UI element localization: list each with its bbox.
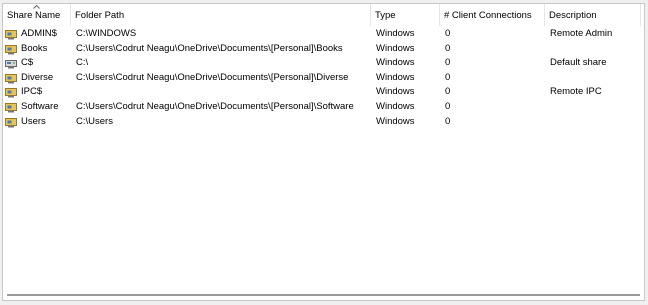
- share-row[interactable]: Software C:\Users\Codrut Neagu\OneDrive\…: [3, 100, 644, 115]
- share-description: Remote IPC: [550, 86, 602, 98]
- share-type: Windows: [376, 86, 415, 98]
- share-name: Diverse: [21, 71, 54, 83]
- column-header-folder-path[interactable]: Folder Path: [71, 4, 371, 26]
- share-name: IPC$: [21, 86, 43, 98]
- admin-share-icon: [5, 30, 17, 40]
- share-row[interactable]: C$ C:\ Windows 0 Default share: [3, 56, 644, 71]
- share-row[interactable]: ADMIN$ C:\WINDOWS Windows 0 Remote Admin: [3, 27, 644, 42]
- share-name: Users: [21, 115, 46, 127]
- share-type: Windows: [376, 71, 415, 83]
- share-client-connections: 0: [445, 42, 451, 54]
- share-row[interactable]: Users C:\Users Windows 0: [3, 115, 644, 130]
- share-client-connections: 0: [445, 57, 451, 69]
- share-type: Windows: [376, 28, 415, 39]
- share-description: Remote Admin: [550, 28, 613, 39]
- drive-share-icon: [5, 60, 17, 69]
- folder-share-icon: [5, 73, 17, 84]
- column-header-folder-path-label: Folder Path: [75, 10, 125, 21]
- horizontal-scrollbar[interactable]: [3, 290, 644, 300]
- folder-share-icon: [5, 117, 17, 128]
- share-name: C$: [21, 57, 34, 69]
- column-header-share-name[interactable]: Share Name: [3, 4, 71, 26]
- share-name: Books: [21, 42, 48, 54]
- share-type: Windows: [376, 100, 415, 112]
- share-client-connections: 0: [445, 86, 451, 98]
- share-type: Windows: [376, 57, 415, 69]
- share-type: Windows: [376, 115, 415, 127]
- share-row[interactable]: Books C:\Users\Codrut Neagu\OneDrive\Doc…: [3, 42, 644, 57]
- share-folder-path: C:\Users\Codrut Neagu\OneDrive\Documents…: [76, 100, 354, 112]
- folder-share-icon: [5, 44, 17, 55]
- ipc-share-icon: [5, 88, 17, 98]
- column-header-bar: Share Name Folder Path Type # Client Con…: [3, 4, 644, 26]
- share-folder-path: C:\Users\Codrut Neagu\OneDrive\Documents…: [76, 42, 343, 54]
- scrollbar-thumb[interactable]: [7, 294, 640, 296]
- shares-rows: ADMIN$ C:\WINDOWS Windows 0 Remote Admin…: [3, 27, 644, 129]
- share-name: ADMIN$: [21, 28, 57, 39]
- share-client-connections: 0: [445, 100, 451, 112]
- share-folder-path: C:\WINDOWS: [76, 28, 137, 39]
- share-folder-path: C:\Users\Codrut Neagu\OneDrive\Documents…: [76, 71, 349, 83]
- column-header-description-label: Description: [549, 10, 597, 21]
- share-description: Default share: [550, 57, 607, 69]
- column-header-type-label: Type: [375, 10, 396, 21]
- share-folder-path: C:\: [76, 57, 89, 69]
- column-header-description[interactable]: Description: [545, 4, 641, 26]
- share-type: Windows: [376, 42, 415, 54]
- share-client-connections: 0: [445, 28, 451, 39]
- share-row[interactable]: IPC$ Windows 0 Remote IPC: [3, 85, 644, 100]
- column-header-client-connections[interactable]: # Client Connections: [440, 4, 545, 26]
- column-header-type[interactable]: Type: [371, 4, 440, 26]
- column-header-client-connections-label: # Client Connections: [444, 10, 532, 21]
- column-header-share-name-label: Share Name: [7, 10, 61, 21]
- shares-list-view[interactable]: Share Name Folder Path Type # Client Con…: [2, 3, 645, 301]
- sort-ascending-icon: [33, 5, 40, 9]
- share-client-connections: 0: [445, 115, 451, 127]
- share-client-connections: 0: [445, 71, 451, 83]
- share-name: Software: [21, 100, 59, 112]
- folder-share-icon: [5, 102, 17, 113]
- share-row[interactable]: Diverse C:\Users\Codrut Neagu\OneDrive\D…: [3, 71, 644, 86]
- share-folder-path: C:\Users: [76, 115, 113, 127]
